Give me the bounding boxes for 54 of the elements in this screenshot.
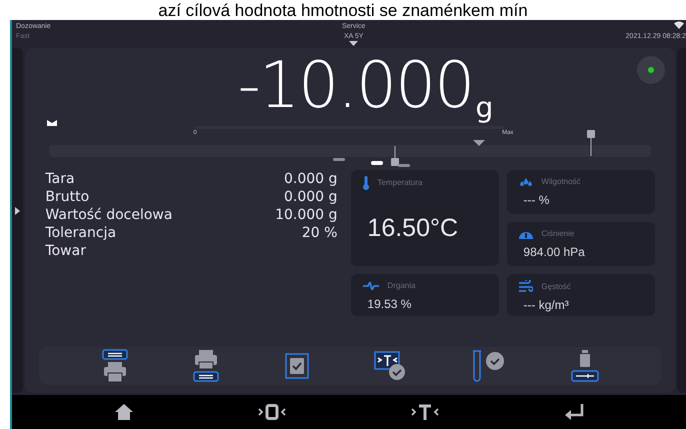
sensor-label: Gęstość <box>541 280 571 292</box>
enter-icon <box>564 404 584 420</box>
tare-button[interactable] <box>410 404 438 420</box>
info-value: 0.000 g <box>284 170 338 188</box>
tolerance-high-marker <box>371 161 384 165</box>
document-caption: azí cílová hodnota hmotnosti se znaménkem mín <box>158 1 528 20</box>
status-button[interactable] <box>637 56 666 84</box>
collapse-icon[interactable] <box>47 120 58 126</box>
vibration-wave-icon <box>363 282 380 290</box>
min-threshold-icon <box>391 146 412 168</box>
sensor-label: Wilgotność <box>541 176 581 188</box>
home-icon <box>114 404 132 420</box>
gauge-icon <box>519 229 534 239</box>
print-footer-button[interactable] <box>193 349 220 383</box>
info-value: 10.000 g <box>275 206 338 224</box>
test-tube-check-icon <box>471 350 506 382</box>
info-value: 0.000 g <box>284 188 338 206</box>
sensor-value: 984.00 hPa <box>523 244 586 261</box>
tare-icon <box>410 404 438 420</box>
sensor-value: 19.53 % <box>367 296 412 313</box>
weight-unit: g <box>475 94 494 122</box>
weight-calibration-button[interactable] <box>570 350 599 382</box>
clipboard-check-icon <box>284 353 309 379</box>
info-label: Wartość docelowa <box>45 206 172 224</box>
sample-check-button[interactable] <box>471 350 506 382</box>
wifi-icon <box>674 21 684 29</box>
thermometer-icon <box>363 176 370 190</box>
zero-button[interactable] <box>258 404 286 420</box>
print-header-button[interactable] <box>102 349 128 383</box>
dropdown-arrow-icon[interactable] <box>349 41 358 46</box>
info-label: Tara <box>45 170 75 188</box>
sensor-value: --- % <box>523 192 550 209</box>
save-button[interactable] <box>284 353 309 379</box>
info-label: Tolerancja <box>45 224 116 242</box>
sensor-label: Ciśnienie <box>541 228 574 240</box>
home-button[interactable] <box>114 404 132 420</box>
weight-slider-icon <box>570 350 599 382</box>
sensor-label: Drgania <box>387 280 416 292</box>
sensor-value: --- kg/m³ <box>523 297 570 314</box>
enter-button[interactable] <box>564 404 584 420</box>
info-value: 20 % <box>302 224 338 242</box>
zero-icon <box>258 404 286 420</box>
max-threshold-icon <box>587 130 596 156</box>
droplets-icon <box>519 178 534 186</box>
expand-arrow-icon[interactable] <box>15 206 20 214</box>
info-label: Towar <box>45 242 86 260</box>
sensor-value: 16.50°C <box>367 213 460 244</box>
tare-confirm-button[interactable] <box>374 351 406 381</box>
sensor-label: Temperatura <box>377 177 422 189</box>
info-label: Brutto <box>45 188 90 206</box>
tolerance-low-marker <box>333 158 346 161</box>
wind-icon <box>519 280 534 293</box>
tare-check-icon <box>374 351 406 381</box>
weight-value: -10.000 <box>238 54 474 118</box>
